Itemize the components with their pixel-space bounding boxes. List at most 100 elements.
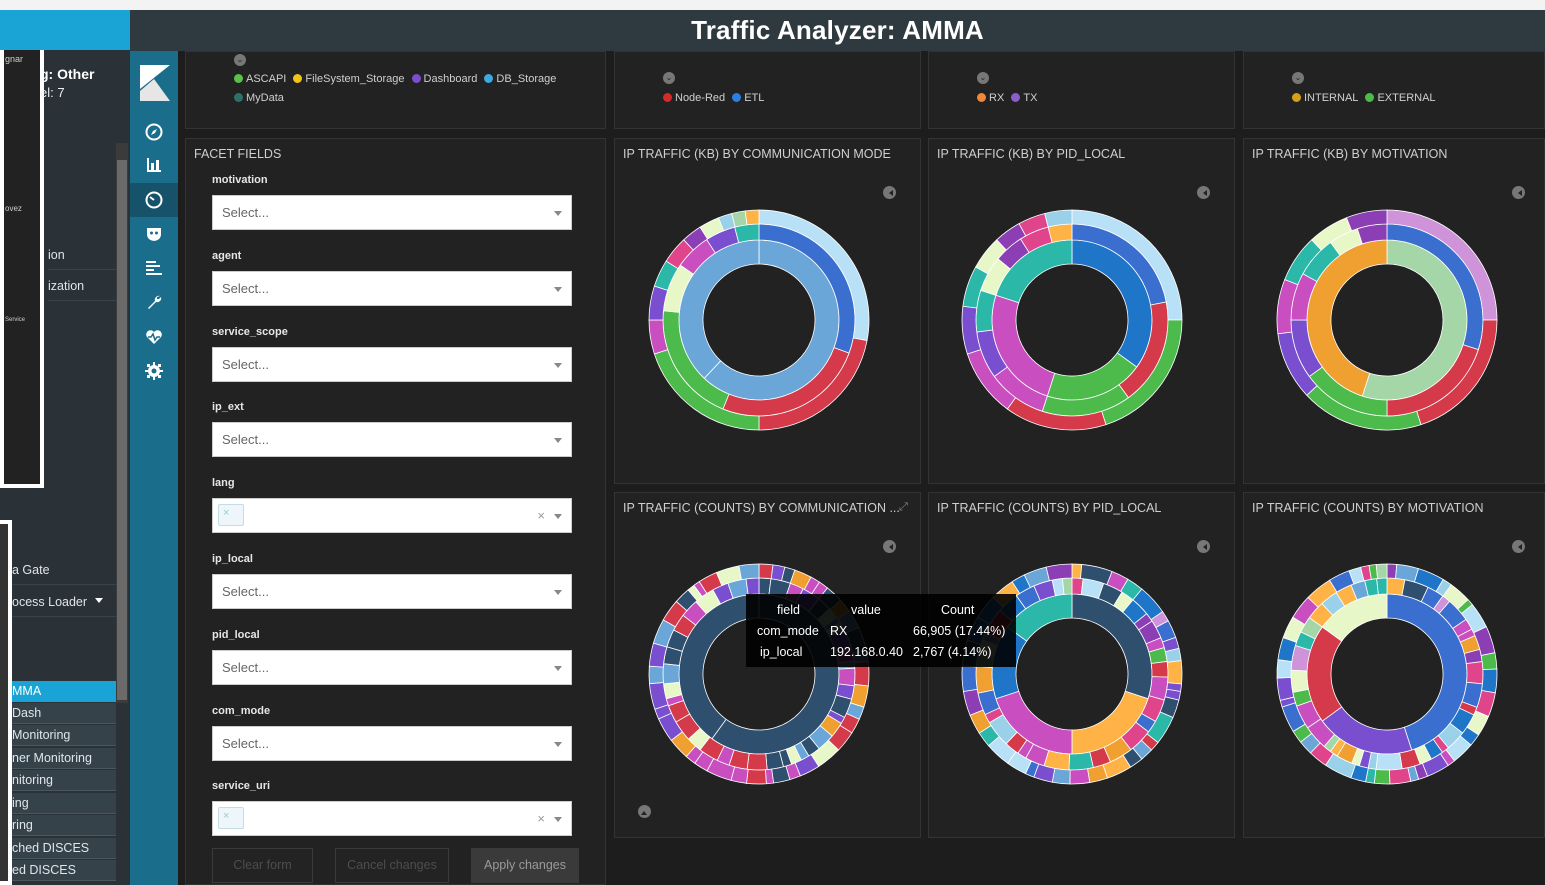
sunburst-segment[interactable] xyxy=(662,663,680,685)
clear-icon[interactable]: × xyxy=(537,811,545,826)
bg-nav-sub-item[interactable]: ched DISCES xyxy=(12,838,116,859)
sunburst-segment[interactable] xyxy=(1375,563,1388,579)
legend-item[interactable]: RX xyxy=(977,89,1004,108)
sunburst-segment[interactable] xyxy=(1480,652,1498,671)
sunburst-chart[interactable] xyxy=(1275,562,1499,786)
apply-changes-button[interactable]: Apply changes xyxy=(471,848,579,883)
sunburst-chart[interactable] xyxy=(1275,208,1499,432)
sunburst-chart[interactable] xyxy=(960,208,1184,432)
sunburst-segment[interactable] xyxy=(1045,563,1073,582)
bg-nav-item[interactable]: ization xyxy=(48,271,116,301)
sunburst-segment[interactable] xyxy=(1068,751,1094,771)
bg-nav-sub-item[interactable]: ed DISCES xyxy=(12,860,116,881)
legend-toggle-icon[interactable]: ⌄ xyxy=(663,72,675,84)
sunburst-segment[interactable] xyxy=(1044,209,1073,228)
bg-nav-sub-item[interactable]: ner Monitoring xyxy=(12,748,116,769)
bg-scrollbar-thumb[interactable] xyxy=(117,160,127,700)
legend-item[interactable]: FileSystem_Storage xyxy=(293,70,404,89)
facet-select-ip-local[interactable]: Select... xyxy=(212,574,572,609)
sunburst-segment[interactable] xyxy=(765,768,774,785)
legend-collapse-icon[interactable] xyxy=(883,540,896,553)
sunburst-segment[interactable] xyxy=(837,667,856,687)
facet-select-com-mode[interactable]: Select... xyxy=(212,725,572,761)
sunburst-segment[interactable] xyxy=(648,665,664,685)
facet-select-motivation[interactable]: Select... xyxy=(212,195,572,230)
sunburst-segment[interactable] xyxy=(1051,767,1071,785)
chevron-down-icon[interactable] xyxy=(554,514,562,523)
clear-form-button[interactable]: Clear form xyxy=(212,848,313,883)
legend-collapse-icon[interactable] xyxy=(1197,186,1210,199)
shield-icon[interactable] xyxy=(130,217,178,251)
sunburst-segment[interactable] xyxy=(1465,661,1484,685)
chevron-down-icon[interactable] xyxy=(554,362,562,372)
facet-select-ip-ext[interactable]: Select... xyxy=(212,422,572,458)
sunburst-segment[interactable] xyxy=(1373,768,1391,785)
facet-select-service-uri[interactable]: × xyxy=(212,801,572,837)
sunburst-segment[interactable] xyxy=(746,752,768,771)
chevron-down-icon[interactable] xyxy=(554,817,562,826)
bg-nav-sub-item[interactable]: nitoring xyxy=(12,770,116,791)
legend-toggle-icon[interactable]: ⌄ xyxy=(1292,72,1304,84)
sunburst-segment[interactable] xyxy=(1389,767,1412,785)
legend-collapse-icon[interactable] xyxy=(1512,540,1525,553)
sunburst-segment[interactable] xyxy=(961,665,978,692)
bg-nav-item[interactable]: a Gate xyxy=(12,555,116,585)
bg-nav-item[interactable]: ion xyxy=(48,240,116,270)
bg-nav-sub-item[interactable]: ring xyxy=(12,815,116,836)
sunburst-segment[interactable] xyxy=(1047,223,1073,244)
legend-toggle-icon[interactable]: ⌄ xyxy=(234,54,246,66)
sunburst-segment[interactable] xyxy=(738,563,760,581)
clear-icon[interactable]: × xyxy=(537,508,545,523)
bg-nav-sub-item[interactable]: Dash xyxy=(12,703,116,724)
sunburst-chart[interactable] xyxy=(647,208,871,432)
sunburst-segment[interactable] xyxy=(975,665,995,694)
sunburst-segment[interactable] xyxy=(1481,668,1498,694)
sunburst-segment[interactable] xyxy=(1150,660,1169,678)
wrench-icon[interactable] xyxy=(130,285,178,319)
tag-chip[interactable] xyxy=(218,504,244,527)
gear-icon[interactable] xyxy=(130,354,178,388)
legend-item[interactable]: MyData xyxy=(234,89,284,108)
sunburst-segment[interactable] xyxy=(746,768,767,785)
legend-item[interactable]: INTERNAL xyxy=(1292,89,1358,108)
sunburst-segment[interactable] xyxy=(1290,669,1309,693)
legend-item[interactable]: ETL xyxy=(732,89,764,108)
compass-icon[interactable] xyxy=(130,115,178,149)
sunburst-segment[interactable] xyxy=(734,223,760,244)
chevron-down-icon[interactable] xyxy=(554,211,562,220)
sunburst-segment[interactable] xyxy=(1069,768,1091,785)
sunburst-segment[interactable] xyxy=(1062,577,1073,595)
chevron-down-icon[interactable] xyxy=(554,741,562,751)
sunburst-segment[interactable] xyxy=(1276,677,1295,701)
sunburst-segment[interactable] xyxy=(1071,563,1083,579)
facet-select-service-scope[interactable]: Select... xyxy=(212,346,572,382)
tag-chip[interactable] xyxy=(218,807,244,830)
chevron-down-icon[interactable] xyxy=(554,286,562,296)
sunburst-segment[interactable] xyxy=(1376,577,1388,595)
heartbeat-icon[interactable] xyxy=(130,320,178,354)
sunburst-segment[interactable] xyxy=(1386,563,1398,579)
cancel-changes-button[interactable]: Cancel changes xyxy=(335,848,449,883)
sunburst-segment[interactable] xyxy=(758,563,774,580)
sunburst-segment[interactable] xyxy=(744,209,760,226)
bg-nav-active-item[interactable]: MMA xyxy=(12,681,116,702)
legend-collapse-icon[interactable] xyxy=(883,186,896,199)
legend-collapse-icon[interactable] xyxy=(1197,540,1210,553)
legend-item[interactable]: DB_Storage xyxy=(484,70,556,89)
timeline-icon[interactable] xyxy=(130,251,178,285)
sunburst-segment[interactable] xyxy=(1166,660,1183,685)
bar-chart-icon[interactable] xyxy=(130,148,178,182)
dashboard-icon[interactable] xyxy=(130,183,178,217)
sunburst-segment[interactable] xyxy=(745,577,760,596)
bg-nav-sub-item[interactable]: Monitoring xyxy=(12,725,116,746)
legend-toggle-icon[interactable]: ⌄ xyxy=(977,72,989,84)
legend-item[interactable]: TX xyxy=(1011,89,1037,108)
facet-select-agent[interactable]: Select... xyxy=(212,270,572,306)
chevron-down-icon[interactable] xyxy=(554,665,562,675)
legend-collapse-icon[interactable] xyxy=(1512,186,1525,199)
bg-nav-sub-item[interactable]: ing xyxy=(12,793,116,814)
chevron-down-icon[interactable] xyxy=(554,590,562,599)
legend-item[interactable]: Node-Red xyxy=(663,89,725,108)
chevron-down-icon[interactable] xyxy=(554,438,562,447)
sunburst-segment[interactable] xyxy=(1276,659,1293,679)
